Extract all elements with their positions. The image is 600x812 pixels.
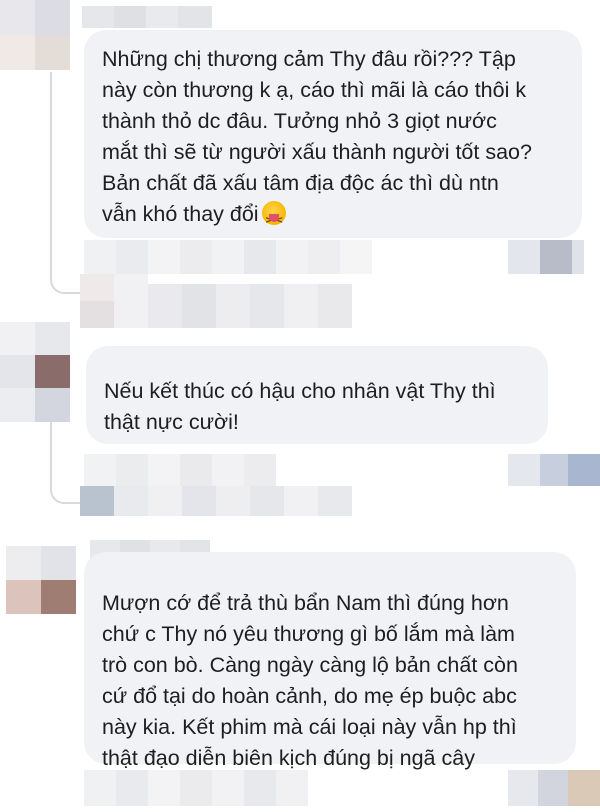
comment-actions-3[interactable] — [84, 770, 600, 806]
comment-bubble-2: Nếu kết thúc có hậu cho nhân vật Thy thì… — [86, 346, 548, 444]
reply-preview-1[interactable] — [80, 274, 380, 328]
comment-3-line-3: trò con bò. Càng ngày càng lộ bản chất c… — [102, 653, 518, 677]
comment-actions-1[interactable] — [84, 240, 584, 274]
squinting-face-with-tongue-icon — [261, 201, 286, 236]
comment-2-line-1: Nếu kết thúc có hậu cho nhân vật Thy thì — [104, 379, 496, 403]
comment-bubble-1: Những chị thương cảm Thy đâu rồi??? Tập … — [84, 30, 582, 238]
thread-line-1 — [50, 72, 80, 294]
comment-3-line-1: Mượn cớ để trả thù bẩn Nam thì đúng hơn — [102, 591, 509, 615]
avatar-1[interactable] — [0, 0, 70, 70]
commenter-name-1[interactable] — [82, 6, 212, 28]
comment-1-line-4: mắt thì sẽ từ người xấu thành người tốt … — [102, 140, 532, 164]
comment-3-line-2: chứ c Thy nó yêu thương gì bố lắm mà làm — [102, 622, 515, 646]
reply-preview-2[interactable] — [80, 486, 410, 516]
comment-1-line-6: vẫn khó thay đổi — [102, 202, 259, 226]
thread-line-2 — [50, 422, 80, 504]
comment-3-line-4: cứ đổ tại do hoàn cảnh, do mẹ ép buộc ab… — [102, 684, 517, 708]
avatar-2[interactable] — [0, 322, 70, 422]
comment-2-line-2: thật nực cười! — [104, 410, 239, 434]
comment-actions-2[interactable] — [84, 454, 600, 486]
comment-1-line-3: thành thỏ dc đâu. Tưởng nhỏ 3 giọt nước — [102, 109, 497, 133]
comment-3-line-5: này kia. Kết phim mà cái loại này vẫn hp… — [102, 715, 517, 739]
comment-bubble-3: Mượn cớ để trả thù bẩn Nam thì đúng hơn … — [84, 552, 576, 770]
comment-1-line-5: Bản chất đã xấu tâm địa độc ác thì dù nt… — [102, 171, 499, 195]
avatar-3[interactable] — [6, 546, 76, 614]
comment-1-line-1: Những chị thương cảm Thy đâu rồi??? Tập — [102, 47, 516, 71]
comment-1-line-2: này còn thương k ạ, cáo thì mãi là cáo t… — [102, 78, 527, 102]
